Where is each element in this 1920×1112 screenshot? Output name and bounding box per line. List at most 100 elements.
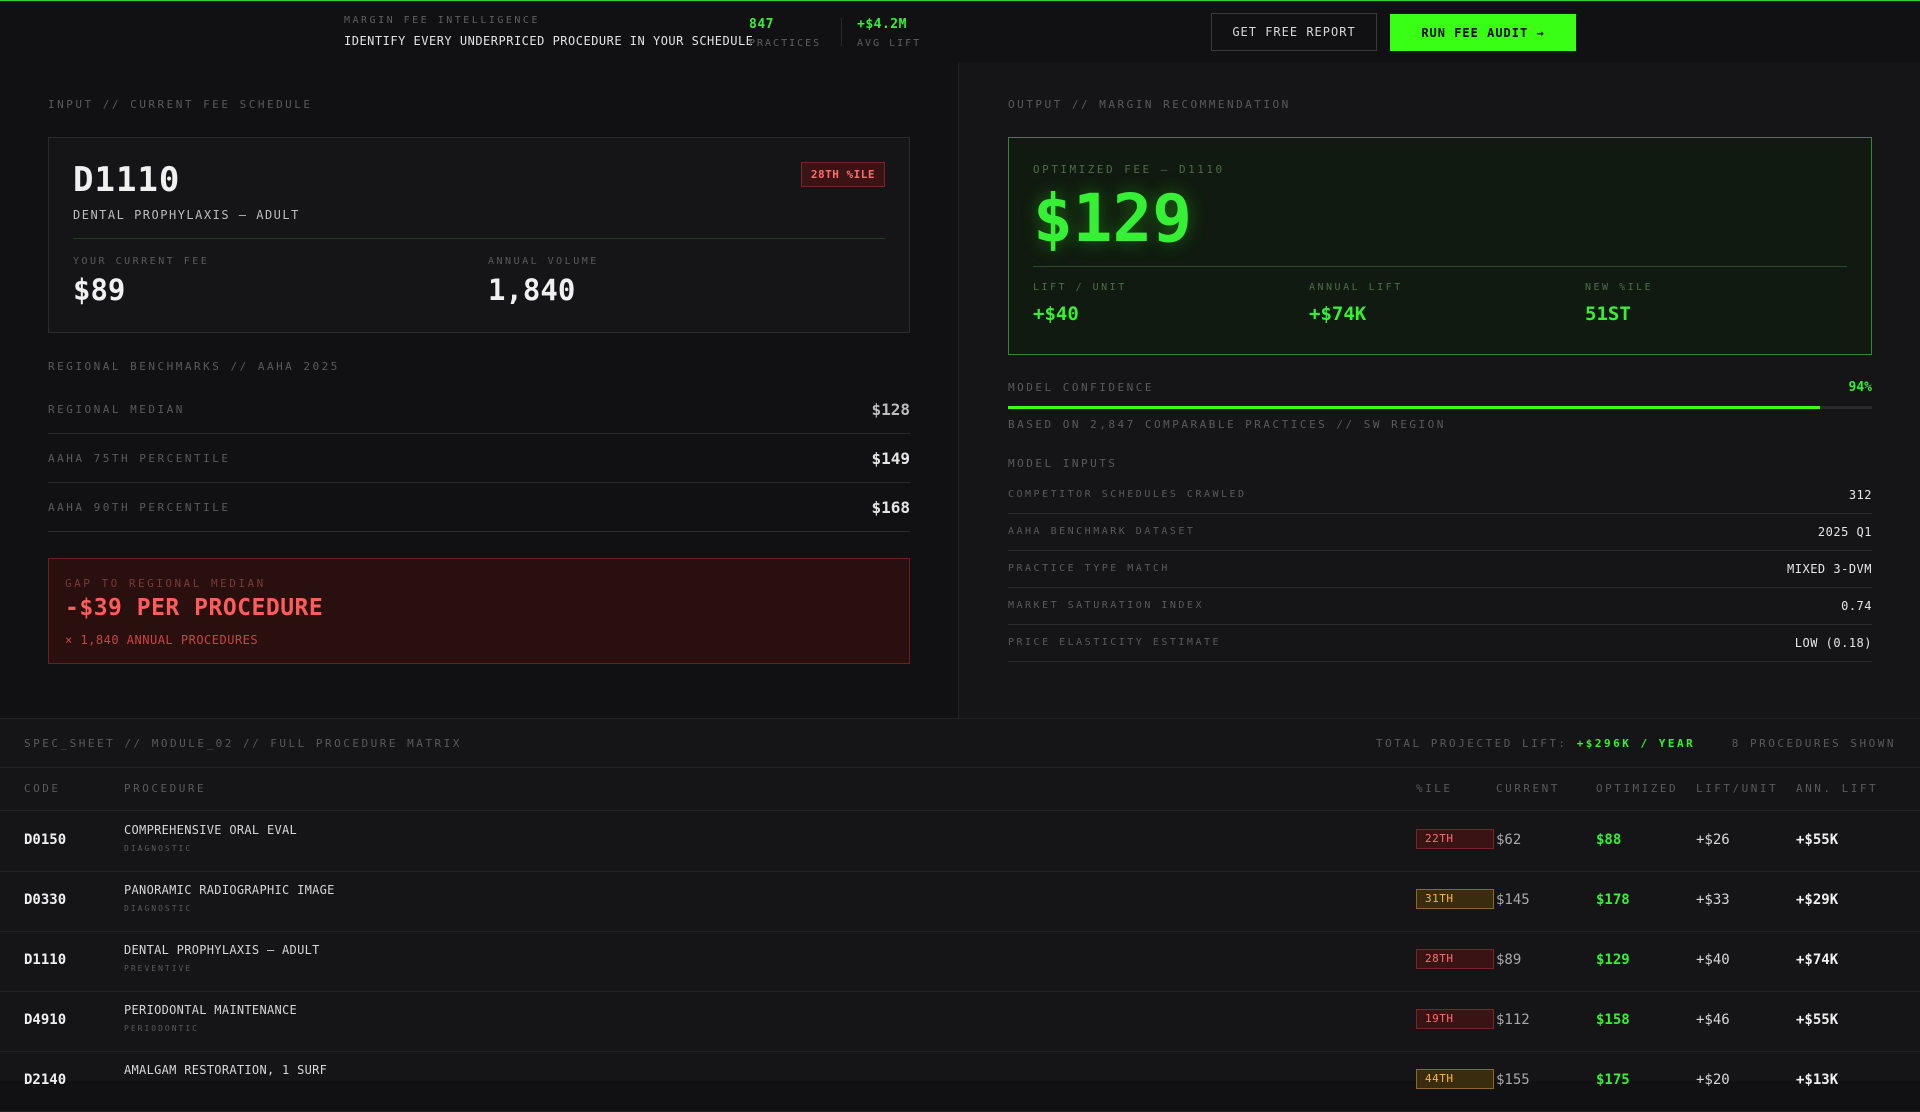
col-lift-unit[interactable]: LIFT/UNIT: [1696, 782, 1778, 795]
confidence-value: 94%: [1848, 380, 1872, 395]
row-current: $89: [1496, 952, 1522, 968]
model-input-row: MARKET SATURATION INDEX 0.74: [1008, 587, 1872, 625]
benchmark-label: AAHA 90TH PERCENTILE: [48, 500, 231, 514]
gap-label: GAP TO REGIONAL MEDIAN: [65, 577, 266, 590]
new-percentile-metric: NEW %ILE 51ST: [1585, 282, 1653, 325]
lift-per-unit-metric: LIFT / UNIT +$40: [1033, 282, 1127, 325]
optimized-label: OPTIMIZED FEE — D1110: [1033, 163, 1225, 176]
annual-volume-metric: ANNUAL VOLUME 1,840: [488, 256, 599, 307]
row-code: D4910: [24, 1012, 67, 1028]
row-procedure: COMPREHENSIVE ORAL EVAL: [124, 823, 298, 837]
row-annual-lift: +$13K: [1796, 1072, 1839, 1088]
run-fee-audit-button[interactable]: RUN FEE AUDIT →: [1390, 14, 1576, 51]
row-lift-unit: +$33: [1696, 892, 1730, 908]
stat-label: PRACTICES: [749, 38, 822, 49]
col-current[interactable]: CURRENT: [1496, 782, 1560, 795]
row-annual-lift: +$74K: [1796, 952, 1839, 968]
stat-avg-lift: +$4.2M AVG LIFT: [857, 17, 921, 49]
model-input-label: PRACTICE TYPE MATCH: [1008, 563, 1170, 574]
metric-label: NEW %ILE: [1585, 282, 1654, 293]
top-bar: MARGIN FEE INTELLIGENCE IDENTIFY EVERY U…: [0, 0, 1920, 63]
matrix-title: SPEC_SHEET // MODULE_02 // FULL PROCEDUR…: [24, 737, 462, 750]
col-annual-lift[interactable]: ANN. LIFT: [1796, 782, 1878, 795]
procedure-card: D1110 DENTAL PROPHYLAXIS — ADULT 28TH %I…: [48, 137, 910, 333]
col-optimized[interactable]: OPTIMIZED: [1596, 782, 1678, 795]
model-input-row: AAHA BENCHMARK DATASET 2025 Q1: [1008, 513, 1872, 551]
row-code: D1110: [24, 952, 67, 968]
output-panel: OUTPUT // MARGIN RECOMMENDATION OPTIMIZE…: [958, 62, 1920, 718]
optimized-fee-card: OPTIMIZED FEE — D1110 $129 LIFT / UNIT +…: [1008, 137, 1872, 355]
gap-to-median-box: GAP TO REGIONAL MEDIAN -$39 PER PROCEDUR…: [48, 558, 910, 664]
benchmark-label: AAHA 75TH PERCENTILE: [48, 451, 231, 465]
model-input-label: COMPETITOR SCHEDULES CRAWLED: [1008, 489, 1247, 500]
row-lift-unit: +$46: [1696, 1012, 1730, 1028]
table-row[interactable]: D1110 DENTAL PROPHYLAXIS — ADULT PREVENT…: [0, 931, 1920, 992]
current-fee-label: YOUR CURRENT FEE: [73, 256, 210, 267]
metric-value: +$74K: [1309, 303, 1367, 325]
table-row[interactable]: D0330 PANORAMIC RADIOGRAPHIC IMAGE DIAGN…: [0, 871, 1920, 932]
row-optimized: $88: [1596, 832, 1622, 848]
benchmark-row: AAHA 75TH PERCENTILE $149: [48, 434, 910, 483]
row-procedure: AMALGAM RESTORATION, 1 SURF: [124, 1063, 328, 1077]
table-row[interactable]: D0150 COMPREHENSIVE ORAL EVAL DIAGNOSTIC…: [0, 811, 1920, 872]
benchmark-value: $168: [871, 497, 910, 517]
procedure-matrix: SPEC_SHEET // MODULE_02 // FULL PROCEDUR…: [0, 718, 1920, 1112]
brand-block: MARGIN FEE INTELLIGENCE IDENTIFY EVERY U…: [344, 15, 753, 48]
matrix-header: SPEC_SHEET // MODULE_02 // FULL PROCEDUR…: [0, 719, 1920, 768]
model-input-row: COMPETITOR SCHEDULES CRAWLED 312: [1008, 476, 1872, 514]
total-value: +$296K / YEAR: [1576, 737, 1696, 750]
card-divider: [73, 238, 885, 239]
benchmark-value: $128: [871, 399, 910, 419]
confidence-bar-fill: [1008, 406, 1821, 409]
brand-headline: IDENTIFY EVERY UNDERPRICED PROCEDURE IN …: [344, 34, 754, 48]
col-percentile[interactable]: %ILE: [1416, 782, 1453, 795]
brand-kicker: MARGIN FEE INTELLIGENCE: [344, 15, 540, 26]
model-inputs-label: MODEL INPUTS: [1008, 457, 1118, 470]
row-category: PERIODONTIC: [124, 1024, 199, 1033]
stat-label: AVG LIFT: [857, 38, 922, 49]
gap-sub: × 1,840 ANNUAL PROCEDURES: [65, 633, 259, 647]
procedure-name: DENTAL PROPHYLAXIS — ADULT: [73, 208, 300, 222]
model-input-row: PRICE ELASTICITY ESTIMATE LOW (0.18): [1008, 624, 1872, 662]
matrix-total: TOTAL PROJECTED LIFT: +$296K / YEAR 8 PR…: [1376, 737, 1896, 750]
row-optimized: $158: [1596, 1012, 1630, 1028]
row-optimized: $178: [1596, 892, 1630, 908]
confidence-label: MODEL CONFIDENCE: [1008, 381, 1154, 394]
stat-divider: [841, 18, 842, 46]
col-code[interactable]: CODE: [24, 782, 61, 795]
row-procedure: PERIODONTAL MAINTENANCE: [124, 1003, 298, 1017]
stat-value: 847: [749, 17, 774, 32]
row-optimized: $129: [1596, 952, 1630, 968]
row-lift-unit: +$40: [1696, 952, 1730, 968]
stat-practices: 847 PRACTICES: [749, 17, 821, 49]
stat-value: +$4.2M: [857, 17, 907, 32]
card-divider: [1033, 266, 1847, 267]
row-procedure: DENTAL PROPHYLAXIS — ADULT: [124, 943, 320, 957]
row-category: PREVENTIVE: [124, 964, 193, 973]
benchmark-row: AAHA 90TH PERCENTILE $168: [48, 483, 910, 532]
row-percentile-badge: 28TH: [1416, 949, 1494, 969]
table-row[interactable]: D4910 PERIODONTAL MAINTENANCE PERIODONTI…: [0, 991, 1920, 1052]
row-annual-lift: +$55K: [1796, 832, 1839, 848]
benchmarks-label: REGIONAL BENCHMARKS // AAHA 2025: [48, 360, 340, 373]
annual-volume-value: 1,840: [488, 273, 576, 307]
model-input-label: PRICE ELASTICITY ESTIMATE: [1008, 637, 1222, 648]
get-free-report-button[interactable]: GET FREE REPORT: [1211, 13, 1377, 51]
model-input-value: 2025 Q1: [1817, 524, 1872, 539]
row-category: DIAGNOSTIC: [124, 904, 193, 913]
row-optimized: $175: [1596, 1072, 1630, 1088]
gap-value: -$39 PER PROCEDURE: [65, 595, 324, 621]
procedure-code: D1110: [73, 160, 181, 200]
total-prefix: TOTAL PROJECTED LIFT:: [1375, 737, 1568, 750]
output-section-label: OUTPUT // MARGIN RECOMMENDATION: [1008, 98, 1291, 111]
benchmark-label: REGIONAL MEDIAN: [48, 402, 185, 416]
annual-volume-label: ANNUAL VOLUME: [488, 256, 599, 267]
col-procedure[interactable]: PROCEDURE: [124, 782, 206, 795]
benchmark-value: $149: [871, 448, 910, 468]
table-row[interactable]: D2140 AMALGAM RESTORATION, 1 SURF 44TH $…: [0, 1051, 1920, 1112]
model-input-value: 0.74: [1841, 598, 1872, 613]
row-procedure: PANORAMIC RADIOGRAPHIC IMAGE: [124, 883, 335, 897]
model-input-label: MARKET SATURATION INDEX: [1008, 600, 1204, 611]
row-percentile-badge: 19TH: [1416, 1009, 1494, 1029]
percentile-badge: 28TH %ILE: [800, 162, 885, 187]
